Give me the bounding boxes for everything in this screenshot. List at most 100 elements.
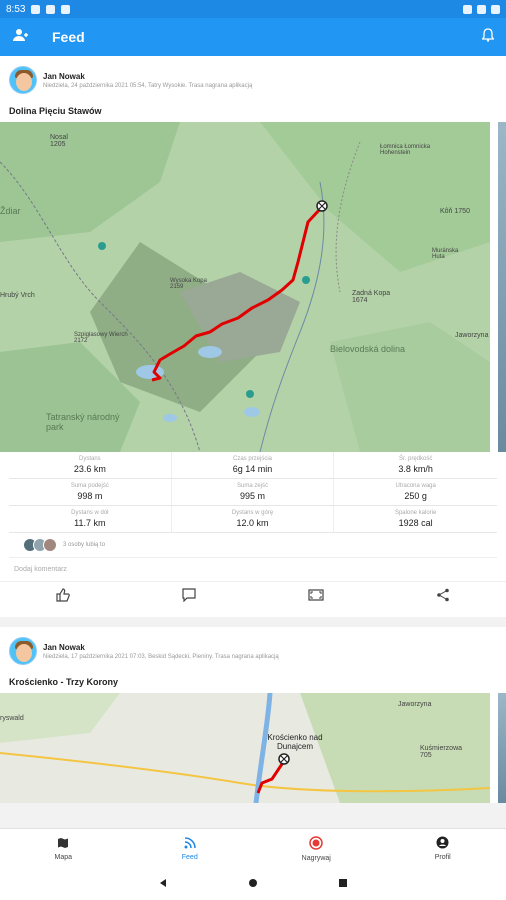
page-title: Feed <box>52 29 85 45</box>
home-icon[interactable] <box>248 875 258 893</box>
map-carousel[interactable]: Jaworzyna Krościenko nad Dunajcem Kuśmie… <box>0 693 506 803</box>
battery-icon <box>491 4 500 14</box>
nav-label: Feed <box>181 853 198 861</box>
route-map[interactable]: Jaworzyna Krościenko nad Dunajcem Kuśmie… <box>0 693 490 803</box>
map-label: Hrubý Vrch <box>0 292 35 299</box>
map-label: ryswald <box>0 715 24 722</box>
status-time: 8:53 <box>6 3 26 15</box>
stat-value: 6g 14 min <box>232 464 273 474</box>
map-label: Wysoka Kopa 2159 <box>170 278 207 290</box>
likes-count: 3 osoby lubią to <box>63 542 106 548</box>
post-meta: Niedziela, 24 października 2021 05:54, T… <box>43 82 253 89</box>
stat-label: Dystans w dół <box>71 510 109 516</box>
back-icon[interactable] <box>158 875 168 893</box>
comment-input[interactable]: Dodaj komentarz <box>0 558 506 582</box>
map-next-photo[interactable] <box>498 693 506 803</box>
route-title[interactable]: Dolina Pięciu Stawów <box>0 100 506 122</box>
map-label: Jaworzyna <box>398 701 432 708</box>
author-name[interactable]: Jan Nowak <box>43 72 252 81</box>
sync-icon <box>61 4 71 14</box>
stat-label: Dystans <box>78 456 101 462</box>
stat-value: 1928 cal <box>398 518 433 528</box>
bell-icon[interactable] <box>481 28 495 47</box>
liker-avatar <box>43 538 57 552</box>
stat-value: 11.7 km <box>74 518 106 528</box>
stat-cell: Dystans w górę 12.0 km <box>171 506 335 533</box>
stat-value: 995 m <box>239 491 265 501</box>
system-nav <box>0 868 506 900</box>
stat-cell: Spalone kalorie 1928 cal <box>334 506 497 533</box>
stat-cell: Suma podejść 998 m <box>9 479 172 506</box>
stat-value: 12.0 km <box>236 518 269 528</box>
message-icon <box>46 4 56 14</box>
profile-icon <box>436 836 449 851</box>
feed-card: Jan Nowak Niedziela, 17 października 202… <box>0 627 506 803</box>
map-label: Jaworzyna <box>455 332 489 339</box>
status-bar: 8:53 <box>0 0 506 18</box>
map-label: Łomnica Łomnicka Hohenstein <box>380 144 431 156</box>
map-label: Bielovodská dolina <box>330 344 406 354</box>
nav-label: Profil <box>434 854 451 861</box>
post-header: Jan Nowak Niedziela, 24 października 202… <box>0 56 506 100</box>
map-label: Tatranský národný park <box>46 412 120 432</box>
post-actions <box>0 582 506 617</box>
stat-label: Spalone kalorie <box>394 510 437 516</box>
nav-feed[interactable]: Feed <box>127 829 254 868</box>
stat-value: 3.8 km/h <box>398 464 433 474</box>
map-icon <box>57 837 69 851</box>
stat-cell: Utracona waga 250 g <box>334 479 497 506</box>
map-label: Szpiglasowy Wierch 2172 <box>74 332 128 344</box>
map-label: Muránska Huta <box>432 248 459 260</box>
feed-list[interactable]: Jan Nowak Niedziela, 24 października 202… <box>0 56 506 828</box>
map-label: Kuśmierzowa 705 <box>420 745 463 759</box>
notification-icon <box>31 4 41 14</box>
stat-cell: Dystans w dół 11.7 km <box>9 506 172 533</box>
stat-cell: Suma zejść 995 m <box>171 479 335 506</box>
map-label: Krościenko nad Dunajcem <box>267 733 323 751</box>
feed-card: Jan Nowak Niedziela, 24 października 202… <box>0 56 506 617</box>
nav-map[interactable]: Mapa <box>0 829 127 868</box>
post-header: Jan Nowak Niedziela, 17 października 202… <box>0 627 506 671</box>
map-label: Kôň 1750 <box>440 208 470 215</box>
record-icon <box>309 835 323 852</box>
comment-icon[interactable] <box>182 588 196 607</box>
share-icon[interactable] <box>436 588 450 607</box>
nav-record[interactable]: Nagrywaj <box>253 829 380 868</box>
stat-label: Utracona waga <box>395 483 436 489</box>
nav-profile[interactable]: Profil <box>380 829 506 868</box>
stat-cell: Śr. prędkość 3.8 km/h <box>334 452 497 479</box>
stat-value: 23.6 km <box>73 464 106 474</box>
route-map[interactable]: Nosal 1205 Łomnica Łomnicka Hohenstein K… <box>0 122 490 452</box>
bottom-nav: Mapa Feed Nagrywaj Profil <box>0 828 506 868</box>
likes-row[interactable]: 3 osoby lubią to <box>9 533 497 558</box>
map-label: Ždiar <box>0 206 21 216</box>
like-icon[interactable] <box>56 588 70 607</box>
rss-icon <box>184 836 196 851</box>
stat-cell: Czas przejścia 6g 14 min <box>171 452 335 479</box>
stat-label: Dystans w górę <box>231 510 274 516</box>
author-name[interactable]: Jan Nowak <box>43 643 279 652</box>
post-meta: Niedziela, 17 października 2021 07:03, B… <box>43 653 279 660</box>
map-carousel[interactable]: Nosal 1205 Łomnica Łomnicka Hohenstein K… <box>0 122 506 452</box>
stat-label: Suma podejść <box>70 483 109 489</box>
nav-label: Nagrywaj <box>301 854 331 862</box>
location-icon <box>463 4 472 14</box>
avatar[interactable] <box>9 637 37 665</box>
map-label: Zadná Kopa 1674 <box>352 290 391 304</box>
stats-grid: Dystans 23.6 km Czas przejścia 6g 14 min Ś… <box>9 452 497 533</box>
route-title[interactable]: Krościenko - Trzy Korony <box>0 671 506 693</box>
nav-label: Mapa <box>54 853 72 861</box>
stat-cell: Dystans 23.6 km <box>9 452 172 479</box>
recents-icon[interactable] <box>338 875 348 893</box>
stat-value: 250 g <box>404 491 427 501</box>
map-label: Nosal 1205 <box>50 134 68 148</box>
stat-label: Czas przejścia <box>232 456 272 462</box>
fullscreen-icon[interactable] <box>308 588 324 607</box>
wifi-icon <box>477 4 486 14</box>
stat-label: Suma zejść <box>236 483 268 489</box>
stat-value: 998 m <box>77 491 103 501</box>
avatar[interactable] <box>9 66 37 94</box>
people-icon[interactable] <box>12 28 30 47</box>
map-next-photo[interactable] <box>498 122 506 452</box>
app-bar: Feed <box>0 18 506 56</box>
